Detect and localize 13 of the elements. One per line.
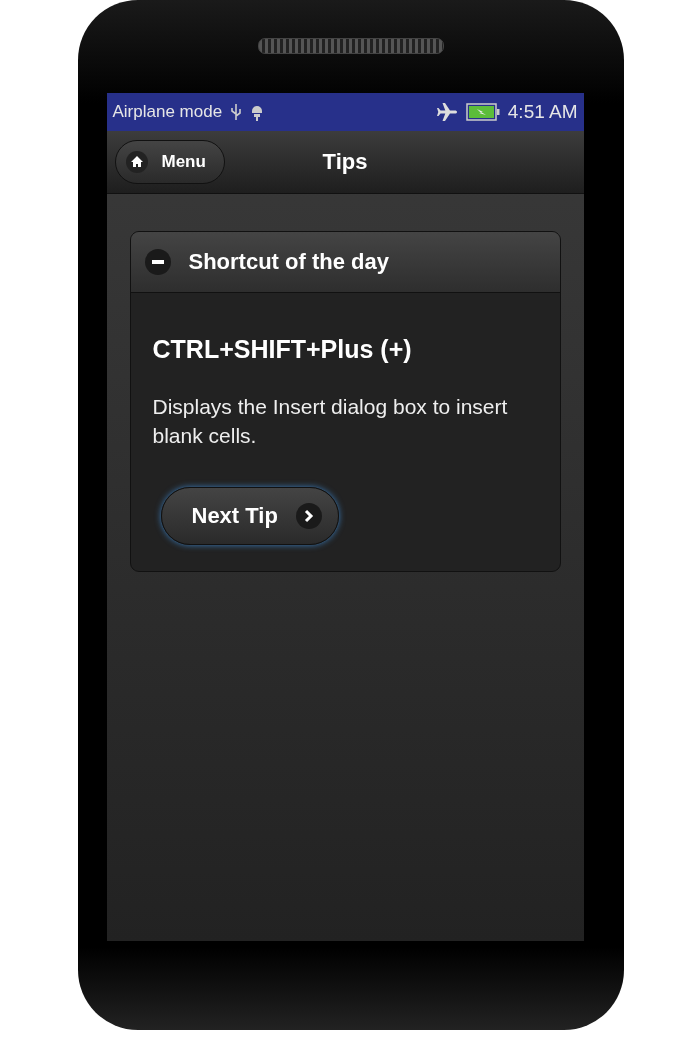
clock-text: 4:51 AM <box>507 101 578 123</box>
collapse-icon <box>144 249 171 275</box>
home-icon <box>125 151 148 173</box>
airplane-icon <box>435 102 458 122</box>
next-tip-button[interactable]: Next Tip <box>160 487 339 545</box>
shortcut-text: CTRL+SHIFT+Plus (+) <box>152 335 413 364</box>
page-title: Tips <box>322 149 368 175</box>
description-text: Displays the Insert dialog box to insert blank cells. <box>152 394 509 449</box>
chevron-right-icon <box>295 503 322 529</box>
usb-icon <box>230 103 243 121</box>
panel-header[interactable]: Shortcut of the day <box>130 232 560 293</box>
menu-button[interactable]: Menu <box>114 140 225 184</box>
status-text: Airplane mode <box>112 102 223 122</box>
